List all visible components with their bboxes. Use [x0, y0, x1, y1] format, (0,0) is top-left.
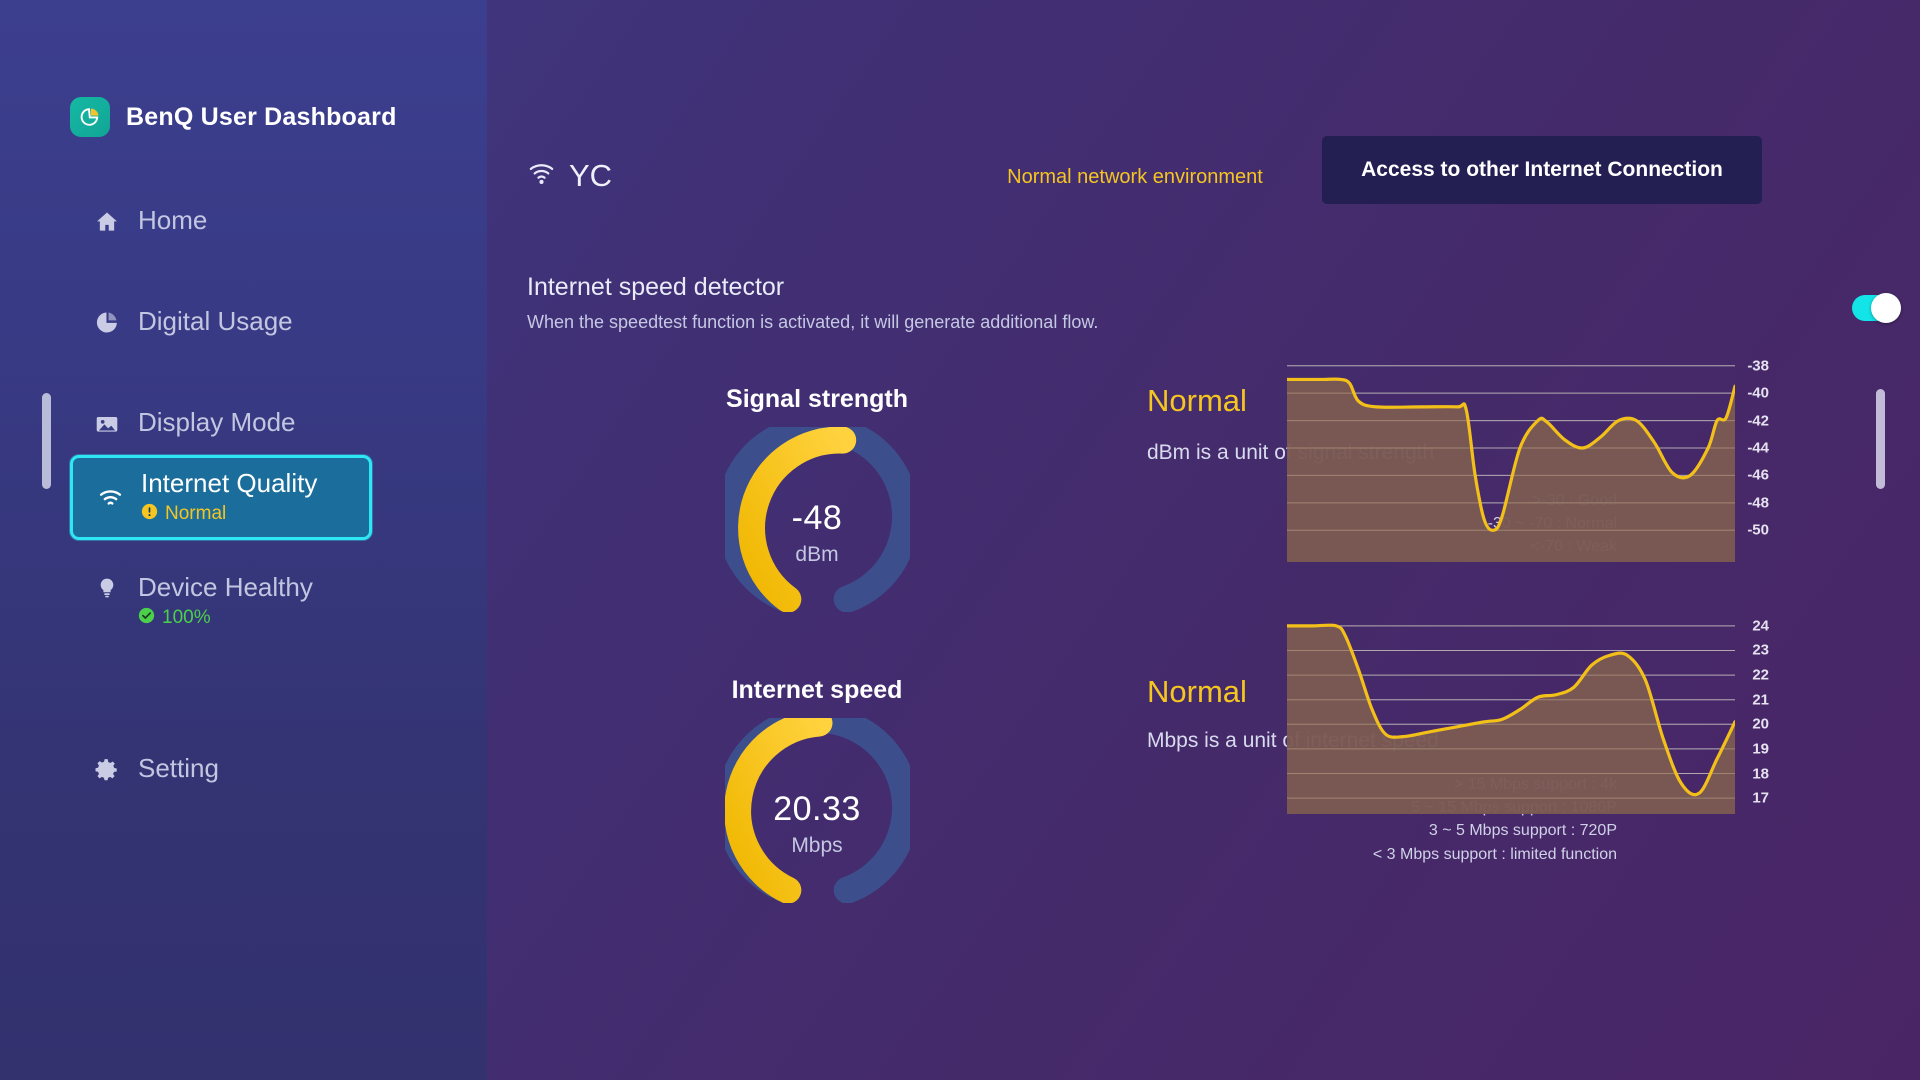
y-axis-tick-label: 17: [1752, 789, 1769, 807]
sidebar-item-label: Setting: [138, 752, 219, 783]
sidebar-item-device-healthy[interactable]: Device Healthy 100%: [0, 562, 487, 641]
network-header: YC Normal network environment Access to …: [487, 0, 1920, 225]
page-scrollbar[interactable]: [1876, 389, 1885, 489]
network-status-text: Normal network environment: [1007, 166, 1263, 188]
signal-strength-title: Signal strength: [726, 385, 908, 413]
internet-speed-chart: 24 23 22 21 20 19 18 17: [1287, 604, 1769, 814]
signal-gauge-unit: dBm: [795, 543, 839, 566]
signal-strength-gauge: -48 dBm: [724, 427, 910, 612]
speed-gauge-unit: Mbps: [791, 834, 843, 857]
ssid-display: YC: [527, 158, 612, 194]
signal-chart-yaxis: -38 -40 -42 -44 -46 -48 -50: [1739, 352, 1769, 562]
bulb-icon: [92, 573, 122, 600]
y-axis-tick-label: 23: [1752, 641, 1769, 659]
y-axis-tick-label: 24: [1752, 617, 1769, 635]
wifi-icon: [95, 482, 125, 512]
internet-speed-gauge: 20.33 Mbps: [724, 718, 910, 903]
speed-detector-title: Internet speed detector: [527, 273, 785, 301]
y-axis-tick-label: 21: [1752, 691, 1769, 709]
sidebar-item-status: 100%: [138, 607, 313, 630]
y-axis-tick-label: 22: [1752, 666, 1769, 684]
sidebar-item-internet-quality[interactable]: Internet Quality Normal: [70, 455, 372, 540]
speed-gauge-wrapper: 20.33 Mbps: [487, 718, 1147, 903]
wifi-icon: [527, 159, 556, 193]
ssid-name: YC: [569, 158, 613, 193]
speed-detector-subtitle: When the speedtest function is activated…: [527, 312, 1099, 332]
y-axis-tick-label: -50: [1747, 521, 1769, 539]
y-axis-tick-label: 18: [1752, 765, 1769, 783]
y-axis-tick-label: -48: [1747, 494, 1769, 512]
legend-line: < 3 Mbps support : limited function: [1372, 845, 1617, 863]
gear-icon: [92, 754, 122, 783]
sidebar-item-status: Normal: [141, 503, 317, 526]
pie-chart-icon: [92, 307, 122, 335]
sidebar-item-status-text: 100%: [162, 606, 211, 628]
sidebar-item-digital-usage[interactable]: Digital Usage: [0, 296, 487, 354]
signal-gauge-value: -48: [791, 499, 843, 537]
check-circle-icon: [138, 607, 155, 630]
image-icon: [92, 408, 122, 437]
legend-line: 3 ~ 5 Mbps support : 720P: [1428, 822, 1617, 840]
sidebar-nav: Home Digital Usage Display Mode Internet…: [0, 195, 487, 801]
access-button-label: Access to other Internet Connection: [1361, 157, 1723, 181]
signal-gauge-wrapper: -48 dBm: [487, 427, 1147, 612]
y-axis-tick-label: -46: [1747, 466, 1769, 484]
sidebar-item-status-text: Normal: [165, 502, 227, 524]
speed-chart-yaxis: 24 23 22 21 20 19 18 17: [1739, 604, 1769, 814]
speed-detector-toggle[interactable]: [1852, 293, 1901, 323]
brand: BenQ User Dashboard: [70, 97, 397, 137]
sidebar-item-label: Device Healthy: [138, 571, 313, 602]
dashboard-window: BenQ User Dashboard Home Digital Usage D…: [0, 0, 1920, 1080]
internet-speed-title: Internet speed: [731, 676, 903, 704]
y-axis-tick-label: 19: [1752, 740, 1769, 758]
sidebar-item-home[interactable]: Home: [0, 195, 487, 253]
y-axis-tick-label: -38: [1747, 357, 1769, 375]
sidebar-item-label: Digital Usage: [138, 306, 293, 336]
y-axis-tick-label: -44: [1747, 439, 1769, 457]
speed-detector-section: Internet speed detector When the speedte…: [527, 272, 1901, 334]
y-axis-tick-label: -40: [1747, 384, 1769, 402]
sidebar-item-label: Display Mode: [138, 407, 296, 437]
sidebar-item-setting[interactable]: Setting: [0, 743, 487, 801]
toggle-knob: [1871, 293, 1901, 323]
sidebar-item-label: Home: [138, 205, 208, 235]
home-icon: [92, 206, 122, 235]
signal-strength-chart: -38 -40 -42 -44 -46 -48 -50: [1287, 352, 1769, 562]
warning-icon: [141, 503, 158, 526]
brand-title: BenQ User Dashboard: [126, 102, 397, 131]
access-other-internet-button[interactable]: Access to other Internet Connection: [1322, 136, 1762, 204]
app-logo-icon: [70, 97, 110, 137]
sidebar-item-display-mode[interactable]: Display Mode: [0, 397, 487, 455]
y-axis-tick-label: -42: [1747, 412, 1769, 430]
main-content: YC Normal network environment Access to …: [487, 0, 1920, 1080]
speed-gauge-value: 20.33: [773, 790, 861, 828]
y-axis-tick-label: 20: [1752, 715, 1769, 733]
sidebar-item-label: Internet Quality: [141, 468, 318, 498]
sidebar: BenQ User Dashboard Home Digital Usage D…: [0, 0, 487, 1080]
